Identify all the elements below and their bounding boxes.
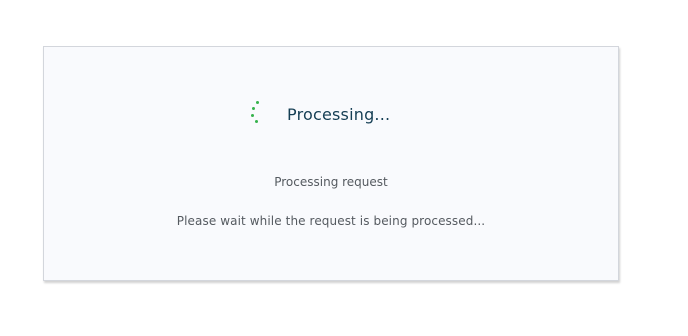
dialog-title: Processing... bbox=[287, 104, 391, 124]
loading-spinner-icon bbox=[247, 99, 263, 129]
dialog-header: Processing... bbox=[247, 99, 390, 129]
status-text: Processing request bbox=[274, 175, 388, 189]
processing-dialog: Processing... Processing request Please … bbox=[43, 46, 619, 281]
wait-message: Please wait while the request is being p… bbox=[176, 214, 486, 228]
